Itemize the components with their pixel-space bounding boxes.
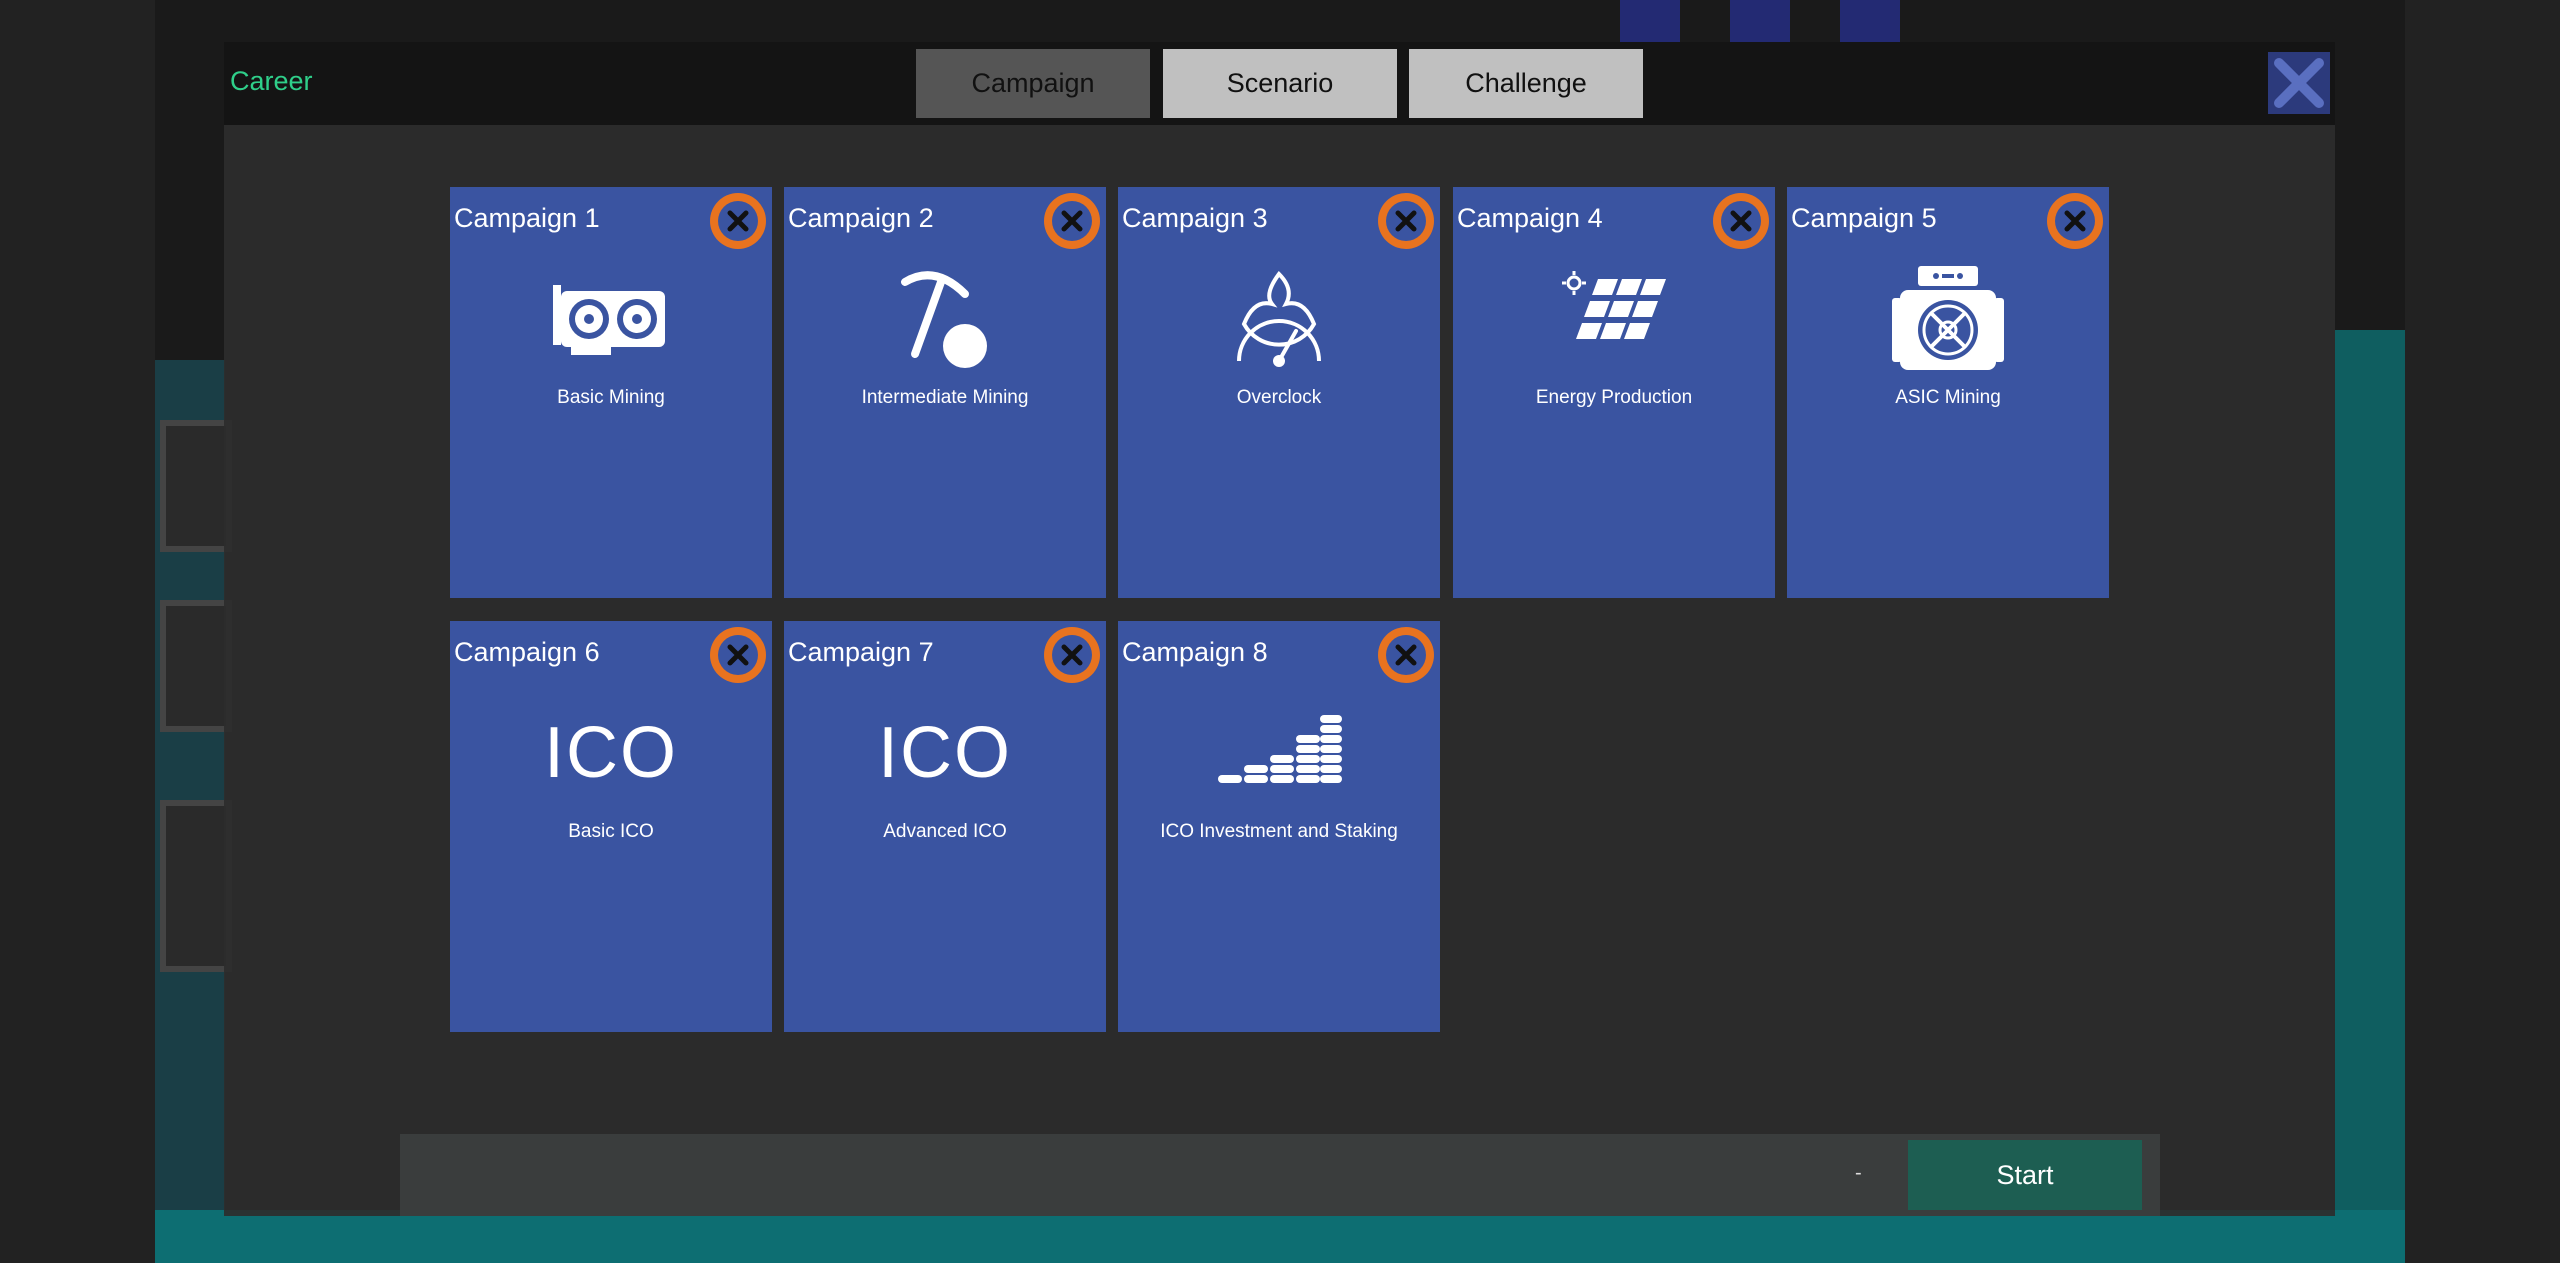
tab-campaign[interactable]: Campaign: [916, 49, 1150, 118]
campaign-title: Campaign 2: [788, 203, 934, 233]
campaign-card-1[interactable]: Campaign 1 Basic Mining: [450, 187, 772, 598]
campaign-label: Overclock: [1236, 387, 1322, 408]
coin-stacks-icon: [1118, 693, 1440, 813]
locked-badge-icon: [1044, 193, 1100, 249]
gpu-card-icon: [450, 259, 772, 379]
scene-rack-right: [2335, 330, 2405, 1260]
campaign-title: Campaign 3: [1122, 203, 1268, 233]
tab-challenge[interactable]: Challenge: [1409, 49, 1643, 118]
scene-rack: [160, 420, 232, 552]
selection-text: -: [1855, 1162, 1862, 1184]
start-button[interactable]: Start: [1908, 1140, 2142, 1210]
footer-bar: [400, 1134, 2160, 1216]
campaign-title: Campaign 5: [1791, 203, 1937, 233]
campaign-title: Campaign 1: [454, 203, 600, 233]
campaign-card-5[interactable]: Campaign 5 ASIC Mining: [1787, 187, 2109, 598]
campaign-label: Basic ICO: [568, 821, 654, 842]
scene-rack: [160, 600, 232, 732]
scene-rack: [160, 800, 232, 972]
campaign-card-4[interactable]: Campaign 4 Energy Production: [1453, 187, 1775, 598]
campaign-card-7[interactable]: Campaign 7 ICO Advanced ICO: [784, 621, 1106, 1032]
scene-floor: [155, 1210, 2405, 1263]
campaign-label: Advanced ICO: [883, 821, 1007, 842]
campaign-title: Campaign 8: [1122, 637, 1268, 667]
scene-panel: [1730, 0, 1790, 42]
campaign-card-3[interactable]: Campaign 3 Overclock: [1118, 187, 1440, 598]
campaign-title: Campaign 6: [454, 637, 600, 667]
campaign-card-6[interactable]: Campaign 6 ICO Basic ICO: [450, 621, 772, 1032]
asic-miner-icon: [1787, 259, 2109, 379]
ico-text-icon: ICO: [877, 713, 1012, 793]
close-button[interactable]: [2268, 52, 2330, 114]
scene-wall-right: [2405, 0, 2560, 1263]
campaign-card-8[interactable]: Campaign 8 ICO Investment and Staking: [1118, 621, 1440, 1032]
campaign-card-2[interactable]: Campaign 2 Intermediate Mining: [784, 187, 1106, 598]
locked-badge-icon: [1378, 193, 1434, 249]
locked-badge-icon: [1378, 627, 1434, 683]
scene-panel: [1620, 0, 1680, 42]
campaign-label: ASIC Mining: [1895, 387, 2001, 408]
campaign-label: Basic Mining: [557, 387, 665, 408]
locked-badge-icon: [710, 627, 766, 683]
campaign-title: Campaign 4: [1457, 203, 1603, 233]
locked-badge-icon: [1713, 193, 1769, 249]
campaign-label: Intermediate Mining: [861, 387, 1029, 408]
close-icon: [2274, 58, 2324, 108]
ico-text-icon: ICO: [543, 713, 678, 793]
career-title: Career: [230, 66, 313, 96]
scene-panel: [1840, 0, 1900, 42]
locked-badge-icon: [2047, 193, 2103, 249]
pickaxe-coin-icon: [784, 259, 1106, 379]
campaign-label: Energy Production: [1535, 387, 1693, 408]
speedometer-flame-icon: [1118, 259, 1440, 379]
locked-badge-icon: [710, 193, 766, 249]
campaign-label: ICO Investment and Staking: [1160, 821, 1398, 842]
locked-badge-icon: [1044, 627, 1100, 683]
scene-wall-left: [0, 0, 155, 1263]
solar-panel-icon: [1453, 259, 1775, 379]
campaign-title: Campaign 7: [788, 637, 934, 667]
tab-scenario[interactable]: Scenario: [1163, 49, 1397, 118]
